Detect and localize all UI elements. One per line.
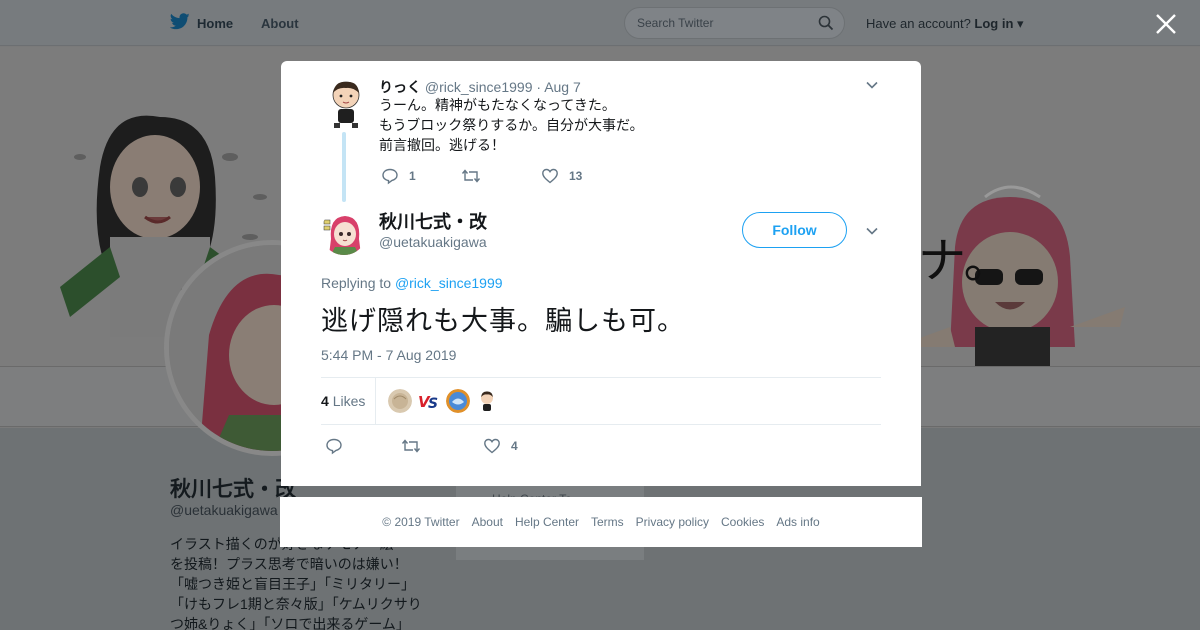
liker-avatar[interactable] xyxy=(475,389,499,413)
close-icon[interactable] xyxy=(1154,12,1178,36)
like-button[interactable]: 4 xyxy=(483,437,518,455)
tweet-line: 前言撤回。逃げる！ xyxy=(379,137,505,153)
parent-tweet-avatar[interactable] xyxy=(325,79,367,129)
replying-to: Replying to @rick_since1999 xyxy=(321,275,503,291)
account-prompt: Have an account? Log in ▾ xyxy=(866,16,1024,32)
home-link[interactable]: Home xyxy=(197,16,233,31)
tweet-stats: 4 Likes V S xyxy=(321,377,881,425)
search-placeholder: Search Twitter xyxy=(637,16,714,30)
tweet-permalink-modal: りっく @rick_since1999 · Aug 7 うーん。精神がもたなくな… xyxy=(281,61,921,486)
footer-link-privacy[interactable]: Privacy policy xyxy=(636,515,709,529)
likes-count[interactable]: 4 Likes xyxy=(321,393,365,409)
footer-link-ads-info[interactable]: Ads info xyxy=(776,515,819,529)
bio-line: つ姉&りょく」「ソロで出来るゲーム」 xyxy=(170,616,410,630)
author-name[interactable]: 秋川七式・改 xyxy=(379,208,487,234)
tweet-line: もうブロック祭りするか。自分が大事だ。 xyxy=(379,117,644,133)
chevron-down-icon[interactable] xyxy=(864,77,880,93)
bio-line: を投稿！プラス思考で暗いのは嫌い！ xyxy=(170,556,408,572)
reply-icon xyxy=(326,438,342,455)
footer-copyright: © 2019 Twitter xyxy=(382,515,460,529)
login-link[interactable]: Log in xyxy=(974,16,1013,31)
liker-avatar[interactable]: V S xyxy=(417,389,441,413)
about-link[interactable]: About xyxy=(261,16,299,31)
retweet-button[interactable] xyxy=(461,167,481,185)
caret-down-icon[interactable]: ▾ xyxy=(1017,16,1024,31)
heart-icon xyxy=(484,438,500,454)
stats-divider xyxy=(375,378,376,425)
reply-count: 1 xyxy=(409,169,416,183)
like-button[interactable]: 13 xyxy=(541,167,582,185)
banner-glyph: ナ。 xyxy=(918,233,1012,289)
tweet-actions: 4 xyxy=(325,437,565,455)
footer-link-about[interactable]: About xyxy=(472,515,503,529)
like-count: 13 xyxy=(569,169,583,183)
bio-line: 「けもフレ1期と奈々版」「ケムリクサり xyxy=(170,596,422,612)
replying-prefix: Replying to xyxy=(321,275,392,291)
retweet-button[interactable] xyxy=(401,437,421,455)
parent-tweet-text: うーん。精神がもたなくなってきた。 もうブロック祭りするか。自分が大事だ。 前言… xyxy=(379,95,644,155)
like-count: 4 xyxy=(511,439,518,453)
chevron-down-icon[interactable] xyxy=(864,223,880,239)
liker-avatar[interactable] xyxy=(446,389,470,413)
heart-icon xyxy=(542,168,558,184)
tweet-text: 逃げ隠れも大事。騙しも可。 xyxy=(321,306,685,336)
author-handle[interactable]: @uetakuakigawa xyxy=(379,234,487,250)
retweet-icon xyxy=(401,439,421,453)
liker-avatar[interactable] xyxy=(388,389,412,413)
parent-author-handle[interactable]: @rick_since1999 xyxy=(425,79,533,95)
reply-button[interactable] xyxy=(325,437,343,455)
follow-button[interactable]: Follow xyxy=(742,212,847,248)
header-separator: · xyxy=(536,79,542,95)
likes-label: Likes xyxy=(332,393,366,409)
profile-name: 秋川七式・改 xyxy=(170,478,296,501)
reply-icon xyxy=(382,168,398,185)
footer-link-cookies[interactable]: Cookies xyxy=(721,515,764,529)
account-prompt-text: Have an account? xyxy=(866,16,971,31)
bio-line: 「嘘つき姫と盲目王子」「ミリタリー」 xyxy=(170,576,415,592)
likes-number: 4 xyxy=(321,393,329,409)
search-icon[interactable] xyxy=(818,15,834,31)
profile-bio: イラスト描くのが好きなケモナー絵 を投稿！プラス思考で暗いのは嫌い！ 「嘘つき姫… xyxy=(170,534,445,630)
parent-author-name[interactable]: りっく xyxy=(379,79,421,95)
twitter-bird-icon[interactable] xyxy=(170,13,190,30)
retweet-icon xyxy=(461,169,481,183)
footer-link-terms[interactable]: Terms xyxy=(591,515,624,529)
author-avatar[interactable] xyxy=(321,209,367,255)
tweet-line: うーん。精神がもたなくなってきた。 xyxy=(379,97,616,113)
replying-to-link[interactable]: @rick_since1999 xyxy=(395,275,503,291)
parent-tweet-actions: 1 13 xyxy=(381,167,641,185)
parent-tweet-header: りっく @rick_since1999 · Aug 7 xyxy=(379,77,581,97)
modal-footer: © 2019 Twitter About Help Center Terms P… xyxy=(280,497,922,547)
reply-button[interactable]: 1 xyxy=(381,167,416,185)
profile-handle: @uetakuakigawa xyxy=(170,502,278,518)
top-navigation: Home About Search Twitter Have an accoun… xyxy=(0,0,1200,46)
tweet-timestamp[interactable]: 5:44 PM - 7 Aug 2019 xyxy=(321,347,456,363)
conversation-thread-line xyxy=(342,132,346,202)
svg-text:S: S xyxy=(428,396,438,412)
footer-link-help-center[interactable]: Help Center xyxy=(515,515,579,529)
search-input[interactable]: Search Twitter xyxy=(624,7,845,39)
parent-tweet-date[interactable]: Aug 7 xyxy=(544,79,581,95)
